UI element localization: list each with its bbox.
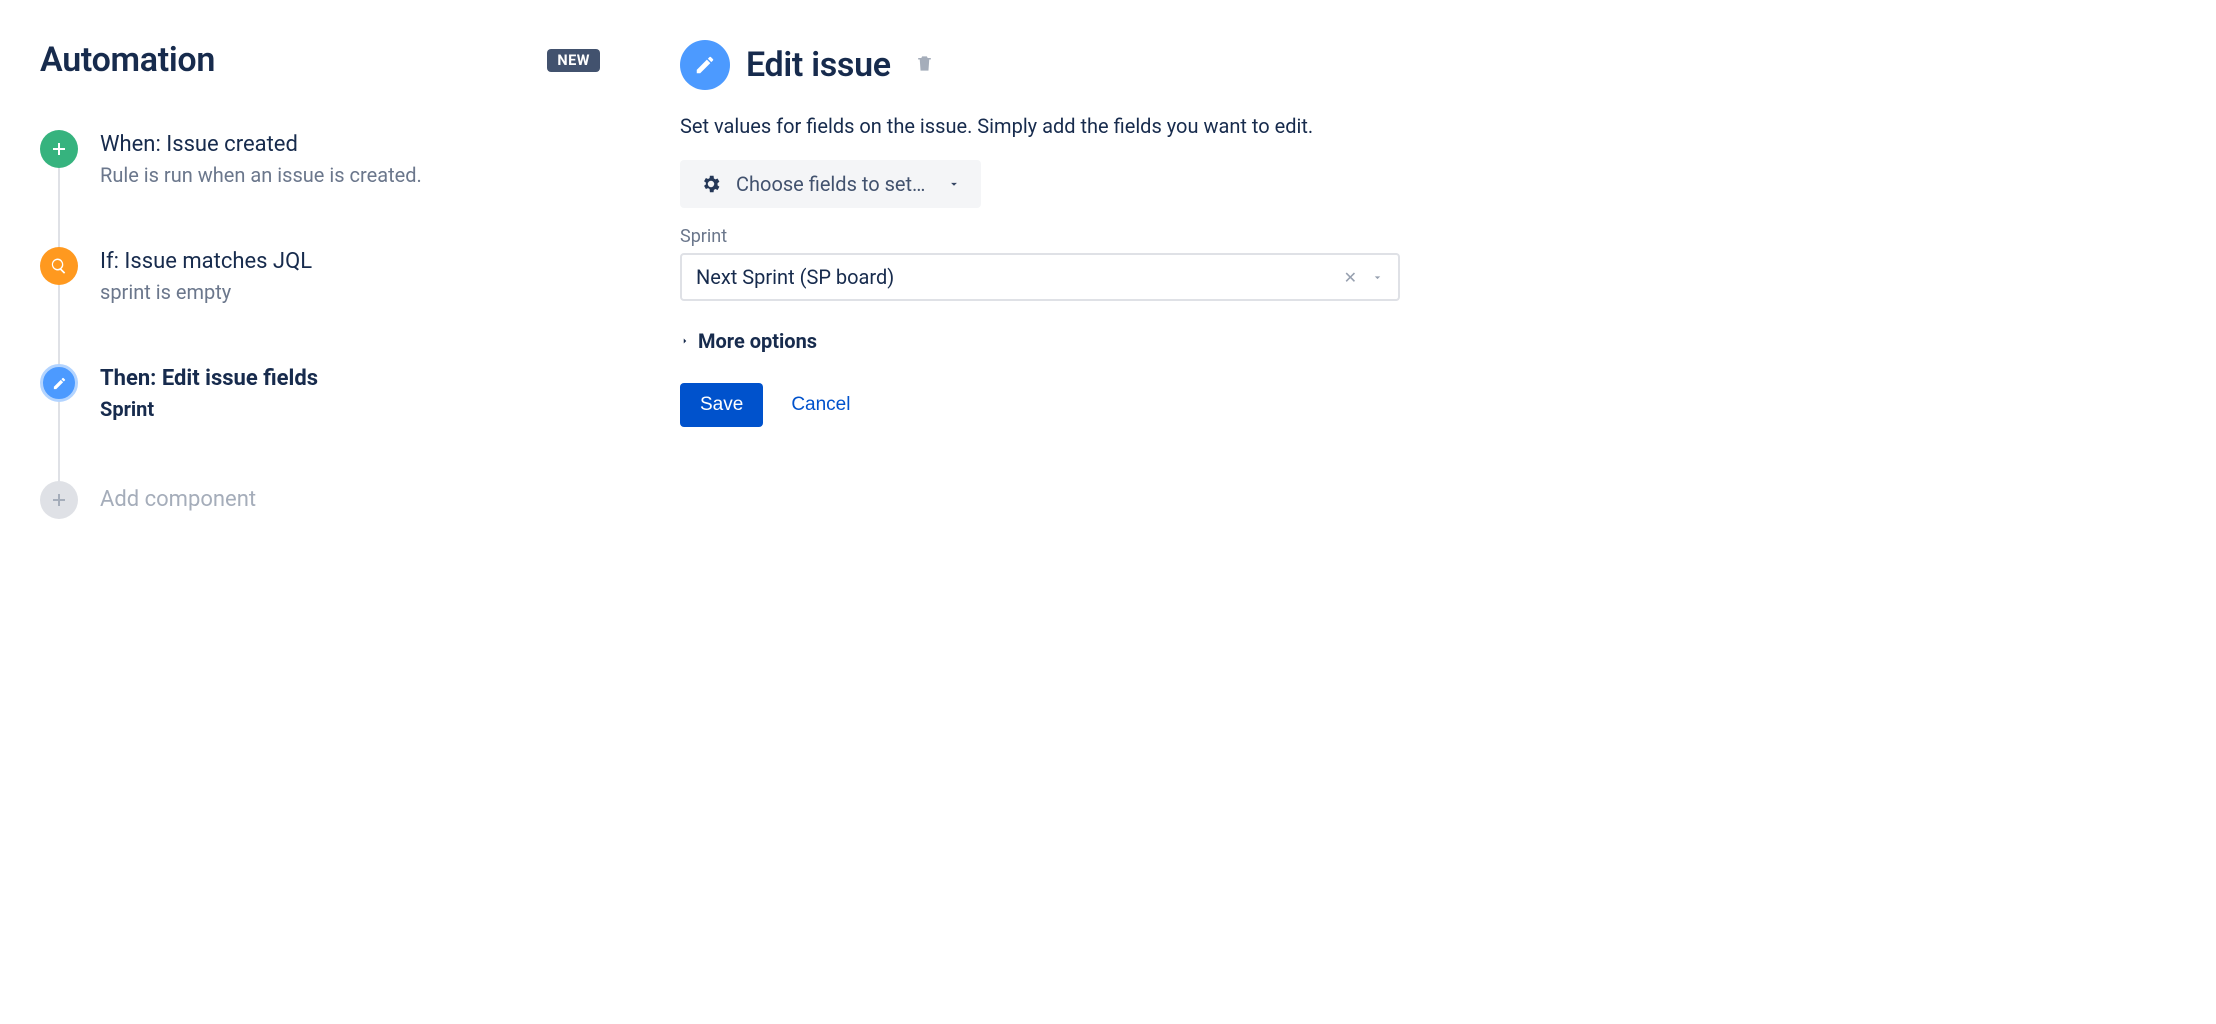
save-button[interactable]: Save	[680, 383, 763, 427]
add-component-label: Add component	[100, 483, 256, 512]
page-title: Automation	[40, 40, 215, 80]
step-condition-title: If: Issue matches JQL	[100, 249, 312, 274]
pencil-icon	[40, 364, 78, 402]
rule-steps: When: Issue created Rule is run when an …	[40, 130, 600, 519]
field-chooser-dropdown[interactable]: Choose fields to set…	[680, 160, 981, 208]
pencil-icon	[680, 40, 730, 90]
panel-description: Set values for fields on the issue. Simp…	[680, 114, 1400, 138]
clear-icon[interactable]: ✕	[1344, 268, 1357, 287]
trash-icon[interactable]	[915, 54, 934, 77]
step-trigger-title: When: Issue created	[100, 132, 422, 157]
more-options-toggle[interactable]: More options	[680, 329, 1400, 353]
field-chooser-label: Choose fields to set…	[736, 172, 925, 196]
search-icon	[40, 247, 78, 285]
step-action-title: Then: Edit issue fields	[100, 366, 318, 391]
step-trigger-desc: Rule is run when an issue is created.	[100, 163, 422, 187]
sprint-select[interactable]: Next Sprint (SP board) ✕	[680, 253, 1400, 301]
gear-icon	[700, 173, 722, 195]
sprint-select-value: Next Sprint (SP board)	[696, 265, 894, 289]
step-add-component[interactable]: Add component	[40, 481, 600, 519]
panel-title: Edit issue	[746, 45, 891, 85]
cancel-button[interactable]: Cancel	[791, 394, 850, 416]
sprint-field-label: Sprint	[680, 226, 1400, 247]
plus-icon	[40, 130, 78, 168]
step-trigger[interactable]: When: Issue created Rule is run when an …	[40, 130, 600, 247]
chevron-down-icon	[947, 177, 961, 191]
chevron-down-icon[interactable]	[1371, 271, 1384, 284]
chevron-right-icon	[680, 336, 690, 346]
step-condition[interactable]: If: Issue matches JQL sprint is empty	[40, 247, 600, 364]
step-condition-desc: sprint is empty	[100, 280, 312, 304]
step-action[interactable]: Then: Edit issue fields Sprint	[40, 364, 600, 481]
step-action-sub: Sprint	[100, 397, 318, 421]
more-options-label: More options	[698, 329, 817, 353]
new-badge: NEW	[547, 49, 600, 72]
plus-icon	[40, 481, 78, 519]
